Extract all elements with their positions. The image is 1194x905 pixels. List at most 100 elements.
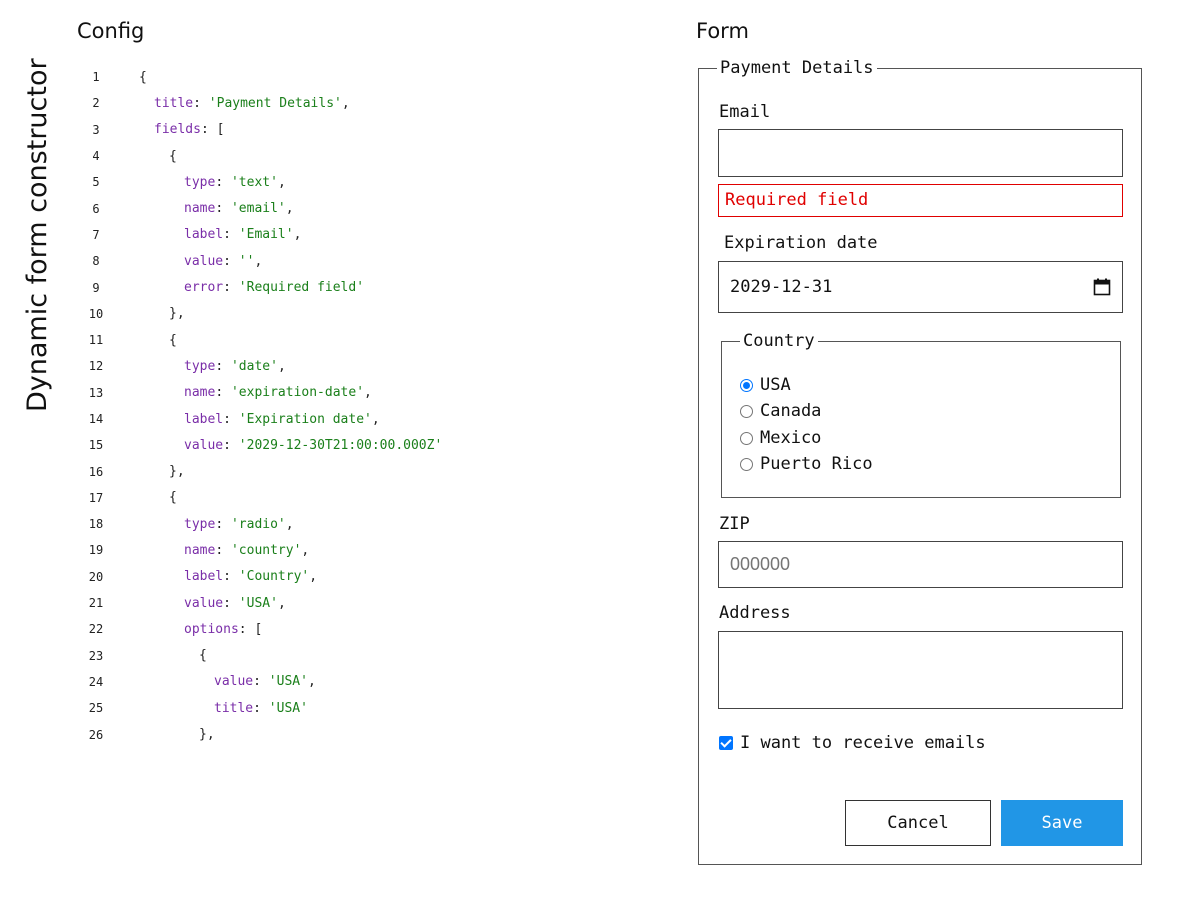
code-line: 18 type: 'radio', <box>78 511 658 537</box>
email-field[interactable] <box>718 129 1123 177</box>
line-number: 24 <box>88 674 104 689</box>
code-text: value: 'USA', <box>114 674 316 689</box>
country-option-mexico[interactable]: Mexico <box>740 428 821 448</box>
code-key: name <box>184 385 216 401</box>
code-line: 17 { <box>78 485 658 511</box>
app-title: Dynamic form constructor <box>22 58 53 412</box>
code-punctuation: , <box>364 385 372 401</box>
code-line: 23 { <box>78 643 658 669</box>
save-button[interactable]: Save <box>1001 800 1123 846</box>
config-heading: Config <box>77 19 145 43</box>
code-string: '' <box>238 253 255 269</box>
code-text: name: 'country', <box>114 543 309 558</box>
radio-mexico[interactable] <box>740 431 753 445</box>
country-option-puerto-rico[interactable]: Puerto Rico <box>740 454 873 474</box>
code-punctuation: { <box>169 332 177 348</box>
code-punctuation: , <box>371 411 380 427</box>
line-number: 21 <box>88 596 104 611</box>
cancel-button[interactable]: Cancel <box>845 800 991 846</box>
code-text: { <box>114 490 177 505</box>
country-option-usa[interactable]: USA <box>740 375 791 395</box>
line-number: 5 <box>92 175 100 190</box>
code-line: 10}, <box>78 301 658 327</box>
calendar-icon[interactable] <box>1093 278 1111 296</box>
country-option-canada[interactable]: Canada <box>740 401 821 421</box>
line-number: 26 <box>88 727 104 742</box>
code-line: 11 { <box>78 327 658 353</box>
code-punctuation: { <box>199 648 207 664</box>
code-punctuation: : <box>253 700 269 716</box>
code-string: '2029-12-30T21:00:00.000Z' <box>238 437 443 453</box>
country-legend: Country <box>743 331 815 351</box>
code-punctuation: : <box>253 674 269 690</box>
line-number: 18 <box>88 517 104 532</box>
line-number: 3 <box>92 122 100 137</box>
code-line: 2 title: 'Payment Details', <box>78 90 658 116</box>
code-string: 'Payment Details' <box>208 95 342 111</box>
line-number: 1 <box>92 70 100 85</box>
code-text: label: 'Country', <box>114 569 317 584</box>
radio-usa[interactable] <box>740 378 753 392</box>
radio-puerto-rico[interactable] <box>740 457 753 471</box>
code-line: 3 fields: [ <box>78 117 658 143</box>
code-punctuation: , <box>285 201 294 217</box>
code-line: 8 value: '', <box>78 248 658 274</box>
code-text: { <box>114 333 177 348</box>
code-punctuation: , <box>293 227 302 243</box>
line-number: 13 <box>88 385 104 400</box>
code-punctuation: : <box>215 358 231 374</box>
code-text: fields: [ <box>114 122 224 137</box>
subscribe-checkbox-row[interactable]: I want to receive emails <box>719 733 986 753</box>
code-punctuation: }, <box>169 306 185 322</box>
code-punctuation: : <box>215 174 231 190</box>
line-number: 2 <box>92 96 100 111</box>
code-text: error: 'Required field' <box>114 280 364 295</box>
code-key: value <box>184 595 224 611</box>
code-line: 22 options: [ <box>78 616 658 642</box>
code-text: name: 'expiration-date', <box>114 385 372 400</box>
line-number: 22 <box>88 622 104 637</box>
code-text: }, <box>114 727 215 742</box>
code-text: value: 'USA', <box>114 596 286 611</box>
code-text: { <box>114 648 207 663</box>
subscribe-label: I want to receive emails <box>740 733 986 753</box>
zip-field[interactable] <box>718 541 1123 588</box>
code-line: 24 value: 'USA', <box>78 669 658 695</box>
code-punctuation: }, <box>169 464 185 480</box>
subscribe-checkbox[interactable] <box>719 736 733 750</box>
address-field[interactable] <box>718 631 1123 709</box>
expiration-date-label: Expiration date <box>724 233 878 253</box>
code-key: value <box>184 437 224 453</box>
code-string: 'date' <box>230 358 278 374</box>
code-string: 'USA' <box>268 674 308 690</box>
code-key: title <box>214 700 254 716</box>
line-number: 15 <box>88 438 104 453</box>
code-punctuation: : <box>223 411 239 427</box>
code-text: name: 'email', <box>114 201 294 216</box>
code-punctuation: : <box>223 227 239 243</box>
code-key: label <box>184 411 224 427</box>
code-line: 15 value: '2029-12-30T21:00:00.000Z' <box>78 432 658 458</box>
code-text: title: 'USA' <box>114 701 308 716</box>
config-code-editor[interactable]: 1{2 title: 'Payment Details', 3 fields: [4{… <box>78 64 658 748</box>
expiration-date-input[interactable]: 2029-12-31 <box>718 261 1123 313</box>
country-option-label: Puerto Rico <box>760 454 873 474</box>
code-punctuation: , <box>254 253 263 269</box>
code-line: 16}, <box>78 458 658 484</box>
code-key: name <box>184 201 216 217</box>
line-number: 23 <box>88 648 104 663</box>
code-punctuation: { <box>139 69 147 85</box>
code-punctuation: , <box>309 569 318 585</box>
email-error-message: Required field <box>718 184 1123 217</box>
radio-canada[interactable] <box>740 404 753 418</box>
country-option-label: Canada <box>760 401 822 421</box>
code-punctuation: : <box>215 542 231 558</box>
code-punctuation: , <box>277 358 286 374</box>
code-text: label: 'Expiration date', <box>114 412 380 427</box>
line-number: 4 <box>92 149 100 164</box>
code-punctuation: , <box>277 595 286 611</box>
code-string: 'Expiration date' <box>238 411 372 427</box>
code-line: 1{ <box>78 64 658 90</box>
code-punctuation: : <box>223 569 239 585</box>
code-text: }, <box>114 464 185 479</box>
